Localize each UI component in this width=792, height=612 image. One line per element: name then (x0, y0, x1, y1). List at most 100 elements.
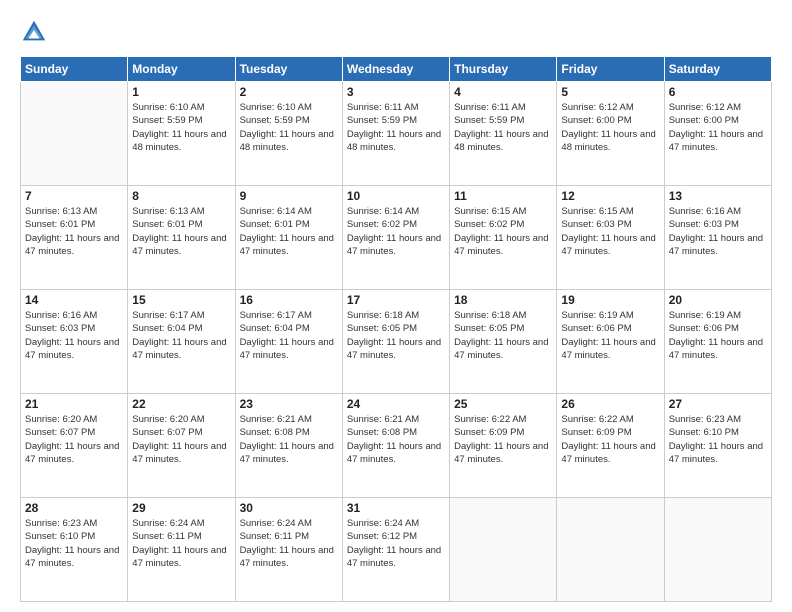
sunrise-label: Sunrise: 6:17 AM (240, 310, 312, 321)
table-row (557, 498, 664, 602)
table-row (450, 498, 557, 602)
day-number: 29 (132, 501, 230, 515)
day-number: 4 (454, 85, 552, 99)
sunset-label: Sunset: 6:04 PM (240, 323, 310, 334)
daylight-label: Daylight: 11 hours and 47 minutes. (240, 233, 334, 257)
sunrise-label: Sunrise: 6:15 AM (454, 206, 526, 217)
cell-details: Sunrise: 6:13 AMSunset: 6:01 PMDaylight:… (25, 205, 123, 258)
table-row: 31Sunrise: 6:24 AMSunset: 6:12 PMDayligh… (342, 498, 449, 602)
table-row: 11Sunrise: 6:15 AMSunset: 6:02 PMDayligh… (450, 186, 557, 290)
sunset-label: Sunset: 6:06 PM (561, 323, 631, 334)
col-sunday: Sunday (21, 57, 128, 82)
day-number: 12 (561, 189, 659, 203)
table-row: 18 Sunrise: 6:18 AMSunset: 6:05 PMDayligh… (450, 290, 557, 394)
cell-details: Sunrise: 6:16 AMSunset: 6:03 PMDaylight:… (669, 205, 767, 258)
daylight-label: Daylight: 11 hours and 47 minutes. (561, 337, 655, 361)
day-number: 1 (132, 85, 230, 99)
day-number: 20 (669, 293, 767, 307)
sunrise-label: Sunrise: 6:14 AM (347, 206, 419, 217)
table-row: 26Sunrise: 6:22 AMSunset: 6:09 PMDayligh… (557, 394, 664, 498)
cell-details: Sunrise: 6:18 AMSunset: 6:05 PMDaylight:… (347, 309, 445, 362)
sunrise-label: Sunrise: 6:23 AM (25, 518, 97, 529)
cell-details: Sunrise: 6:12 AMSunset: 6:00 PMDaylight:… (669, 101, 767, 154)
sunset-label: Sunset: 5:59 PM (240, 115, 310, 126)
table-row: 14Sunrise: 6:16 AMSunset: 6:03 PMDayligh… (21, 290, 128, 394)
day-number: 18 (454, 293, 552, 307)
calendar-week-row: 1 Sunrise: 6:10 AM Sunset: 5:59 PM Daylight… (21, 82, 772, 186)
table-row: 23Sunrise: 6:21 AMSunset: 6:08 PMDayligh… (235, 394, 342, 498)
daylight-label: Daylight: 11 hours and 47 minutes. (240, 441, 334, 465)
table-row: 16Sunrise: 6:17 AMSunset: 6:04 PMDayligh… (235, 290, 342, 394)
sunset-label: Sunset: 6:06 PM (669, 323, 739, 334)
daylight-label: Daylight: 11 hours and 47 minutes. (132, 441, 226, 465)
sunset-label: Sunset: 6:09 PM (454, 427, 524, 438)
day-number: 10 (347, 189, 445, 203)
daylight-label: Daylight: 11 hours and 47 minutes. (347, 441, 441, 465)
table-row: 27 Sunrise: 6:23 AMSunset: 6:10 PMDayligh… (664, 394, 771, 498)
sunset-label: Sunset: 6:03 PM (25, 323, 95, 334)
col-friday: Friday (557, 57, 664, 82)
cell-details: Sunrise: 6:11 AMSunset: 5:59 PMDaylight:… (347, 101, 445, 154)
sunset-label: Sunset: 6:01 PM (25, 219, 95, 230)
sunrise-label: Sunrise: 6:11 AM (347, 102, 419, 113)
table-row: 7Sunrise: 6:13 AMSunset: 6:01 PMDaylight… (21, 186, 128, 290)
sunset-label: Sunset: 6:11 PM (132, 531, 202, 542)
day-number: 23 (240, 397, 338, 411)
day-number: 16 (240, 293, 338, 307)
day-number: 21 (25, 397, 123, 411)
cell-details: Sunrise: 6:14 AMSunset: 6:01 PMDaylight:… (240, 205, 338, 258)
sunrise-label: Sunrise: 6:22 AM (561, 414, 633, 425)
day-number: 30 (240, 501, 338, 515)
table-row: 19 Sunrise: 6:19 AM Sunset: 6:06 PM Dayligh… (557, 290, 664, 394)
table-row: 20Sunrise: 6:19 AMSunset: 6:06 PMDayligh… (664, 290, 771, 394)
table-row: 8Sunrise: 6:13 AMSunset: 6:01 PMDaylight… (128, 186, 235, 290)
daylight-label: Daylight: 11 hours and 47 minutes. (240, 545, 334, 569)
cell-details: Sunrise: 6:14 AMSunset: 6:02 PMDaylight:… (347, 205, 445, 258)
day-number: 26 (561, 397, 659, 411)
sunset-label: Sunset: 6:03 PM (669, 219, 739, 230)
table-row: 2Sunrise: 6:10 AMSunset: 5:59 PMDaylight… (235, 82, 342, 186)
daylight-label: Daylight: 11 hours and 48 minutes. (240, 129, 334, 153)
cell-details: Sunrise: 6:24 AMSunset: 6:12 PMDaylight:… (347, 517, 445, 570)
table-row: 15Sunrise: 6:17 AMSunset: 6:04 PMDayligh… (128, 290, 235, 394)
day-number: 19 (561, 293, 659, 307)
table-row: 25 Sunrise: 6:22 AMSunset: 6:09 PMDayligh… (450, 394, 557, 498)
daylight-label: Daylight: 11 hours and 47 minutes. (25, 545, 119, 569)
sunset-label: Sunset: 6:07 PM (25, 427, 95, 438)
table-row: 24Sunrise: 6:21 AMSunset: 6:08 PMDayligh… (342, 394, 449, 498)
sunrise-label: Sunrise: 6:24 AM (132, 518, 204, 529)
cell-details: Sunrise: 6:22 AMSunset: 6:09 PMDaylight:… (454, 413, 552, 466)
day-number: 28 (25, 501, 123, 515)
table-row: 1Sunrise: 6:10 AMSunset: 5:59 PMDaylight… (128, 82, 235, 186)
col-saturday: Saturday (664, 57, 771, 82)
day-number: 25 (454, 397, 552, 411)
day-number: 27 (669, 397, 767, 411)
daylight-label: Daylight: 11 hours and 47 minutes. (454, 337, 548, 361)
sunrise-label: Sunrise: 6:10 AM (240, 102, 312, 113)
table-row: 30Sunrise: 6:24 AMSunset: 6:11 PMDayligh… (235, 498, 342, 602)
calendar-header-row: Sunday Monday Tuesday Wednesday Thursday… (21, 57, 772, 82)
calendar-week-row: 28 Sunrise: 6:23 AMSunset: 6:10 PMDayligh… (21, 498, 772, 602)
cell-details: Sunrise: 6:18 AMSunset: 6:05 PMDaylight:… (454, 309, 552, 362)
sunset-label: Sunset: 5:59 PM (454, 115, 524, 126)
cell-details: Sunrise: 6:23 AMSunset: 6:10 PMDaylight:… (25, 517, 123, 570)
table-row: 3 Sunrise: 6:11 AMSunset: 5:59 PMDaylight… (342, 82, 449, 186)
sunset-label: Sunset: 6:02 PM (454, 219, 524, 230)
cell-details: Sunrise: 6:20 AMSunset: 6:07 PMDaylight:… (132, 413, 230, 466)
sunrise-label: Sunrise: 6:19 AM (561, 310, 633, 321)
day-number: 3 (347, 85, 445, 99)
daylight-label: Daylight: 11 hours and 47 minutes. (669, 337, 763, 361)
cell-details: Sunrise: 6:15 AM Sunset: 6:02 PM Daylight:… (454, 205, 552, 258)
cell-details: Sunrise: 6:23 AMSunset: 6:10 PMDaylight:… (669, 413, 767, 466)
daylight-label: Daylight: 11 hours and 47 minutes. (669, 129, 763, 153)
sunrise-label: Sunrise: 6:13 AM (132, 206, 204, 217)
day-number: 5 (561, 85, 659, 99)
sunset-label: Sunset: 6:01 PM (132, 219, 202, 230)
sunrise-label: Sunrise: 6:24 AM (347, 518, 419, 529)
col-wednesday: Wednesday (342, 57, 449, 82)
daylight-label: Daylight: 11 hours and 47 minutes. (454, 441, 548, 465)
sunset-label: Sunset: 6:08 PM (347, 427, 417, 438)
daylight-label: Daylight: 11 hours and 47 minutes. (454, 233, 548, 257)
day-number: 8 (132, 189, 230, 203)
cell-details: Sunrise: 6:11 AMSunset: 5:59 PMDaylight:… (454, 101, 552, 154)
